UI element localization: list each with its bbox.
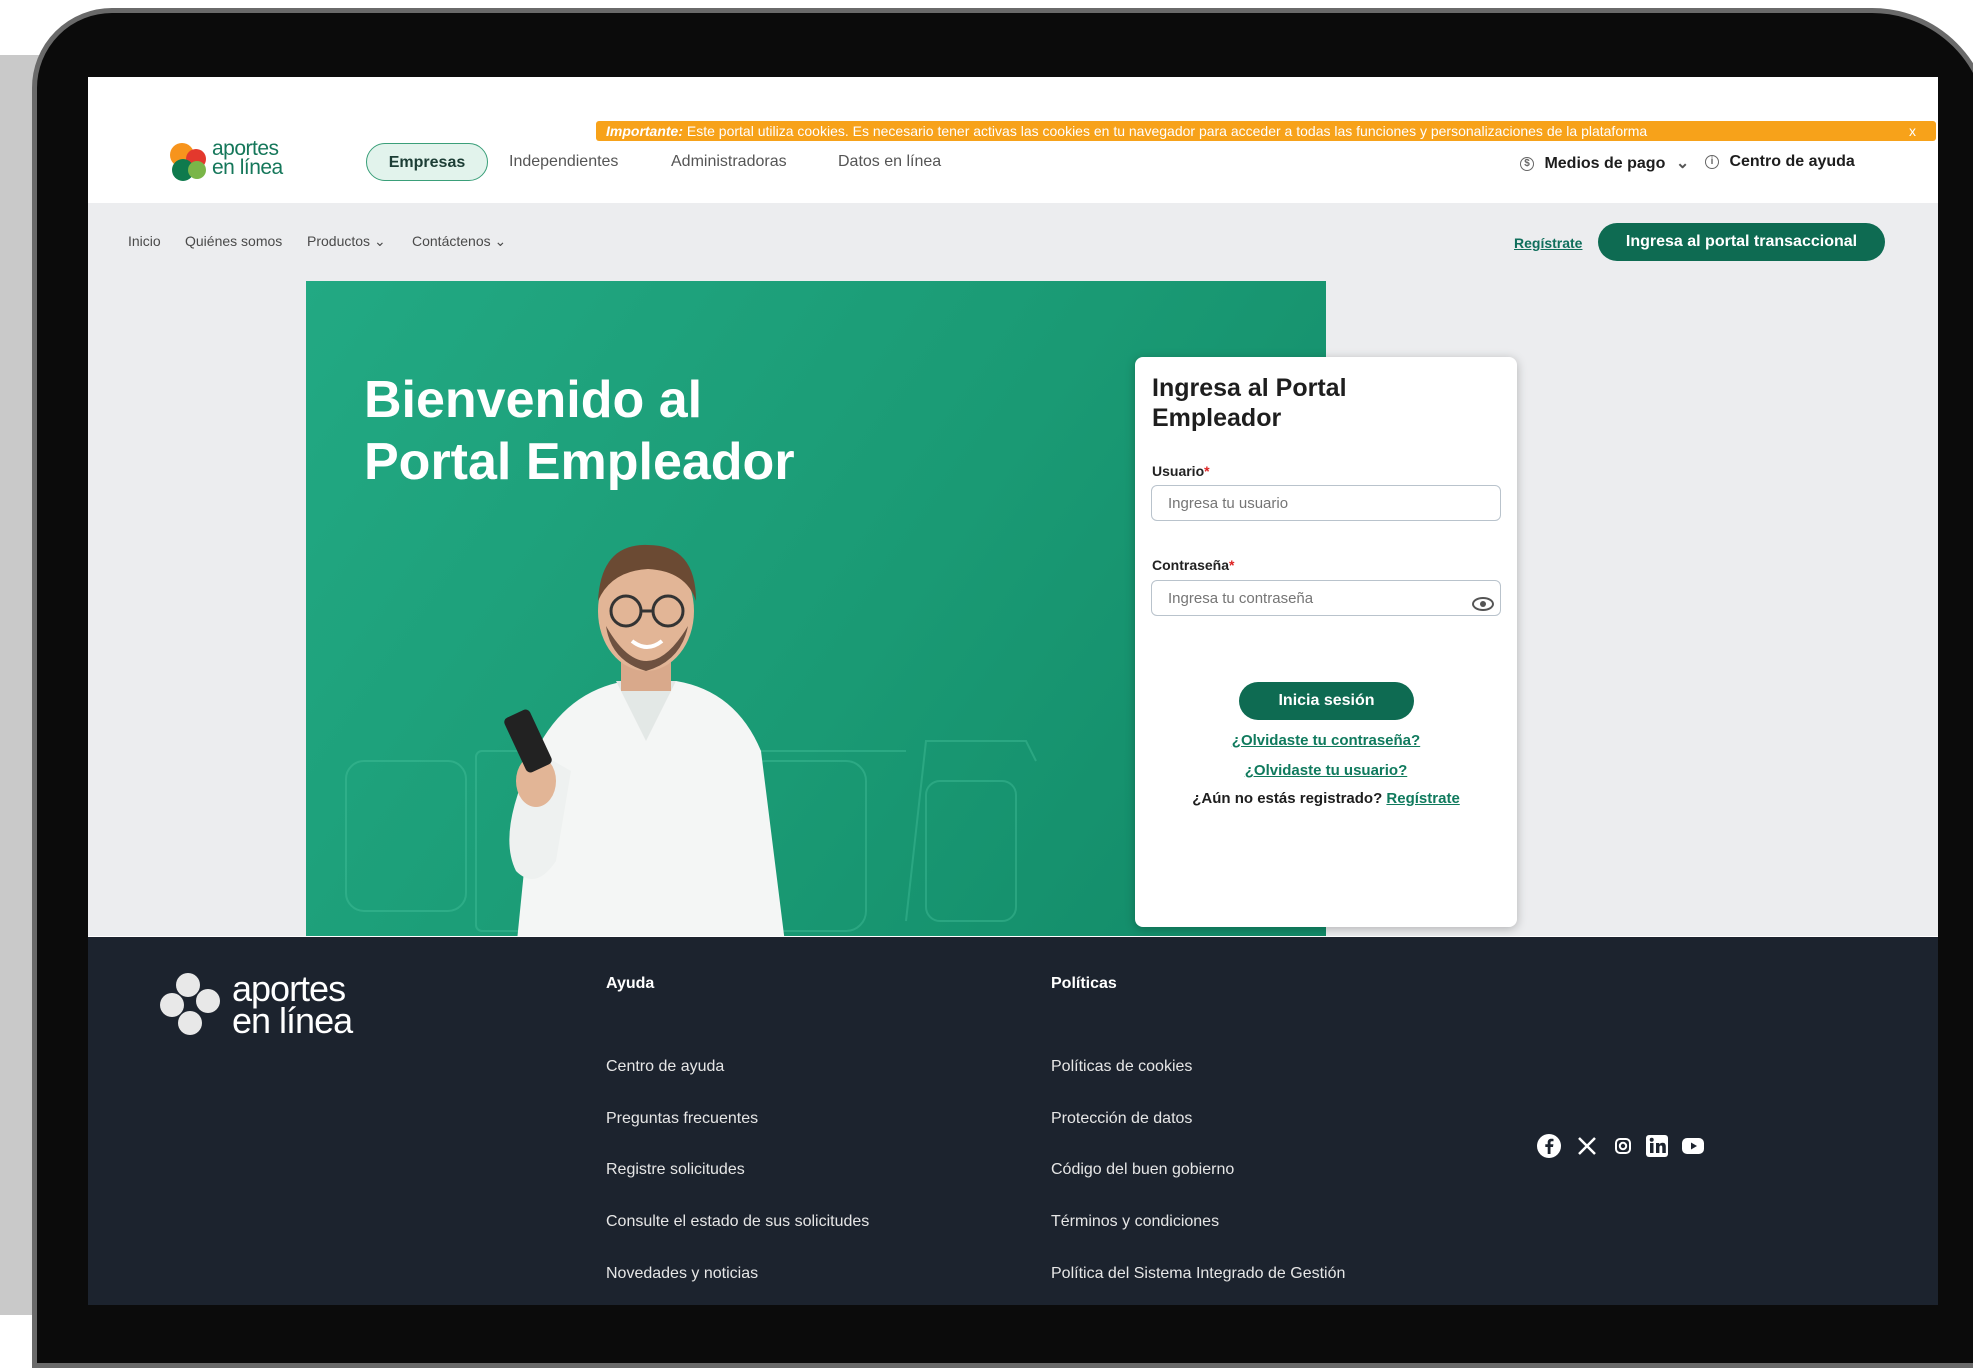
forgot-user-row: ¿Olvidaste tu usuario? [1135, 762, 1517, 779]
cookie-text: Este portal utiliza cookies. Es necesari… [686, 123, 1648, 139]
chevron-down-icon: ⌄ [373, 233, 386, 249]
logo-dot-lightgreen [188, 161, 206, 179]
forgot-password-link[interactable]: ¿Olvidaste tu contraseña? [1232, 732, 1420, 749]
linkedin-icon[interactable] [1644, 1133, 1670, 1159]
nav-productos-label: Productos [307, 233, 371, 249]
logo-text: aportes en línea [212, 137, 283, 179]
cookie-close-button[interactable]: x [1909, 121, 1916, 141]
browser-screen: aportes en línea Importante: Este portal … [88, 77, 1938, 1305]
footer-logo-petal [160, 993, 184, 1017]
eye-icon[interactable] [1472, 597, 1494, 611]
nav-productos[interactable]: Productos ⌄ [307, 233, 386, 250]
nav-contactenos[interactable]: Contáctenos ⌄ [412, 233, 506, 250]
password-input[interactable] [1151, 580, 1501, 616]
payment-methods-label: Medios de pago [1544, 155, 1666, 172]
footer-link-sig-policy[interactable]: Política del Sistema Integrado de Gestió… [1051, 1265, 1345, 1283]
nav-contactenos-label: Contáctenos [412, 233, 491, 249]
footer-logo-petal [176, 973, 200, 997]
forgot-user-link[interactable]: ¿Olvidaste tu usuario? [1245, 762, 1408, 779]
footer: aportes en línea Ayuda Centro de ayuda Pr… [88, 937, 1938, 1305]
chevron-down-icon: ⌄ [1675, 155, 1690, 172]
username-label: Usuario* [1152, 463, 1210, 479]
tab-independientes[interactable]: Independientes [509, 143, 618, 181]
cookie-banner: Importante: Este portal utiliza cookies.… [596, 121, 1936, 141]
password-label: Contraseña* [1152, 557, 1235, 573]
footer-link-governance-code[interactable]: Código del buen gobierno [1051, 1161, 1234, 1179]
register-prompt: ¿Aún no estás registrado? Regístrate [1135, 790, 1517, 807]
register-link-card[interactable]: Regístrate [1386, 790, 1459, 807]
instagram-icon[interactable] [1610, 1133, 1636, 1159]
nav-quienes-somos[interactable]: Quiénes somos [185, 233, 282, 249]
forgot-password-row: ¿Olvidaste tu contraseña? [1135, 732, 1517, 749]
brand-logo[interactable]: aportes en línea [170, 137, 290, 187]
facebook-icon[interactable] [1536, 1133, 1562, 1159]
nav-inicio[interactable]: Inicio [128, 233, 161, 249]
help-center-label: Centro de ayuda [1729, 153, 1855, 170]
transactional-portal-button[interactable]: Ingresa al portal transaccional [1598, 223, 1885, 261]
login-card: Ingresa al PortalEmpleador Usuario* Cont… [1135, 357, 1517, 927]
footer-logo[interactable]: aportes en línea [160, 968, 360, 1043]
youtube-icon[interactable] [1680, 1133, 1706, 1159]
footer-link-data-protection[interactable]: Protección de datos [1051, 1110, 1192, 1128]
info-icon: i [1705, 154, 1719, 169]
footer-link-request-status[interactable]: Consulte el estado de sus solicitudes [606, 1213, 869, 1231]
username-input[interactable] [1151, 485, 1501, 521]
footer-logo-petal [196, 989, 220, 1013]
top-navigation: aportes en línea Importante: Este portal … [88, 77, 1938, 203]
chevron-down-icon: ⌄ [494, 233, 507, 249]
footer-link-faq[interactable]: Preguntas frecuentes [606, 1110, 758, 1128]
footer-link-help-center[interactable]: Centro de ayuda [606, 1058, 724, 1076]
money-icon: $ [1520, 156, 1534, 171]
login-button[interactable]: Inicia sesión [1239, 682, 1414, 720]
register-link[interactable]: Regístrate [1514, 235, 1582, 251]
tab-empresas[interactable]: Empresas [366, 143, 488, 181]
footer-logo-petal [178, 1011, 202, 1035]
not-registered-text: ¿Aún no estás registrado? [1192, 790, 1383, 807]
footer-help-heading: Ayuda [606, 975, 655, 992]
cookie-label: Importante: [606, 123, 683, 139]
x-icon[interactable] [1574, 1133, 1600, 1159]
main-section: Bienvenido al Portal Empleador Ingresa a… [88, 281, 1938, 936]
footer-link-news[interactable]: Novedades y noticias [606, 1265, 758, 1283]
footer-link-cookie-policy[interactable]: Políticas de cookies [1051, 1058, 1192, 1076]
footer-logo-text: aportes en línea [232, 968, 353, 1041]
tab-datos-en-linea[interactable]: Datos en línea [838, 143, 941, 181]
smiling-man-photo [504, 544, 785, 936]
footer-link-terms[interactable]: Términos y condiciones [1051, 1213, 1219, 1231]
login-title: Ingresa al Portal Empleador [1152, 374, 1347, 432]
secondary-navigation: Inicio Quiénes somos Productos ⌄ Contáct… [88, 203, 1938, 281]
help-center-link[interactable]: i Centro de ayuda [1705, 153, 1855, 171]
footer-policies-heading: Políticas [1051, 975, 1117, 992]
payment-methods-menu[interactable]: $ Medios de pago ⌄ [1520, 153, 1689, 173]
tab-administradoras[interactable]: Administradoras [671, 143, 787, 181]
footer-link-register-requests[interactable]: Registre solicitudes [606, 1161, 745, 1179]
